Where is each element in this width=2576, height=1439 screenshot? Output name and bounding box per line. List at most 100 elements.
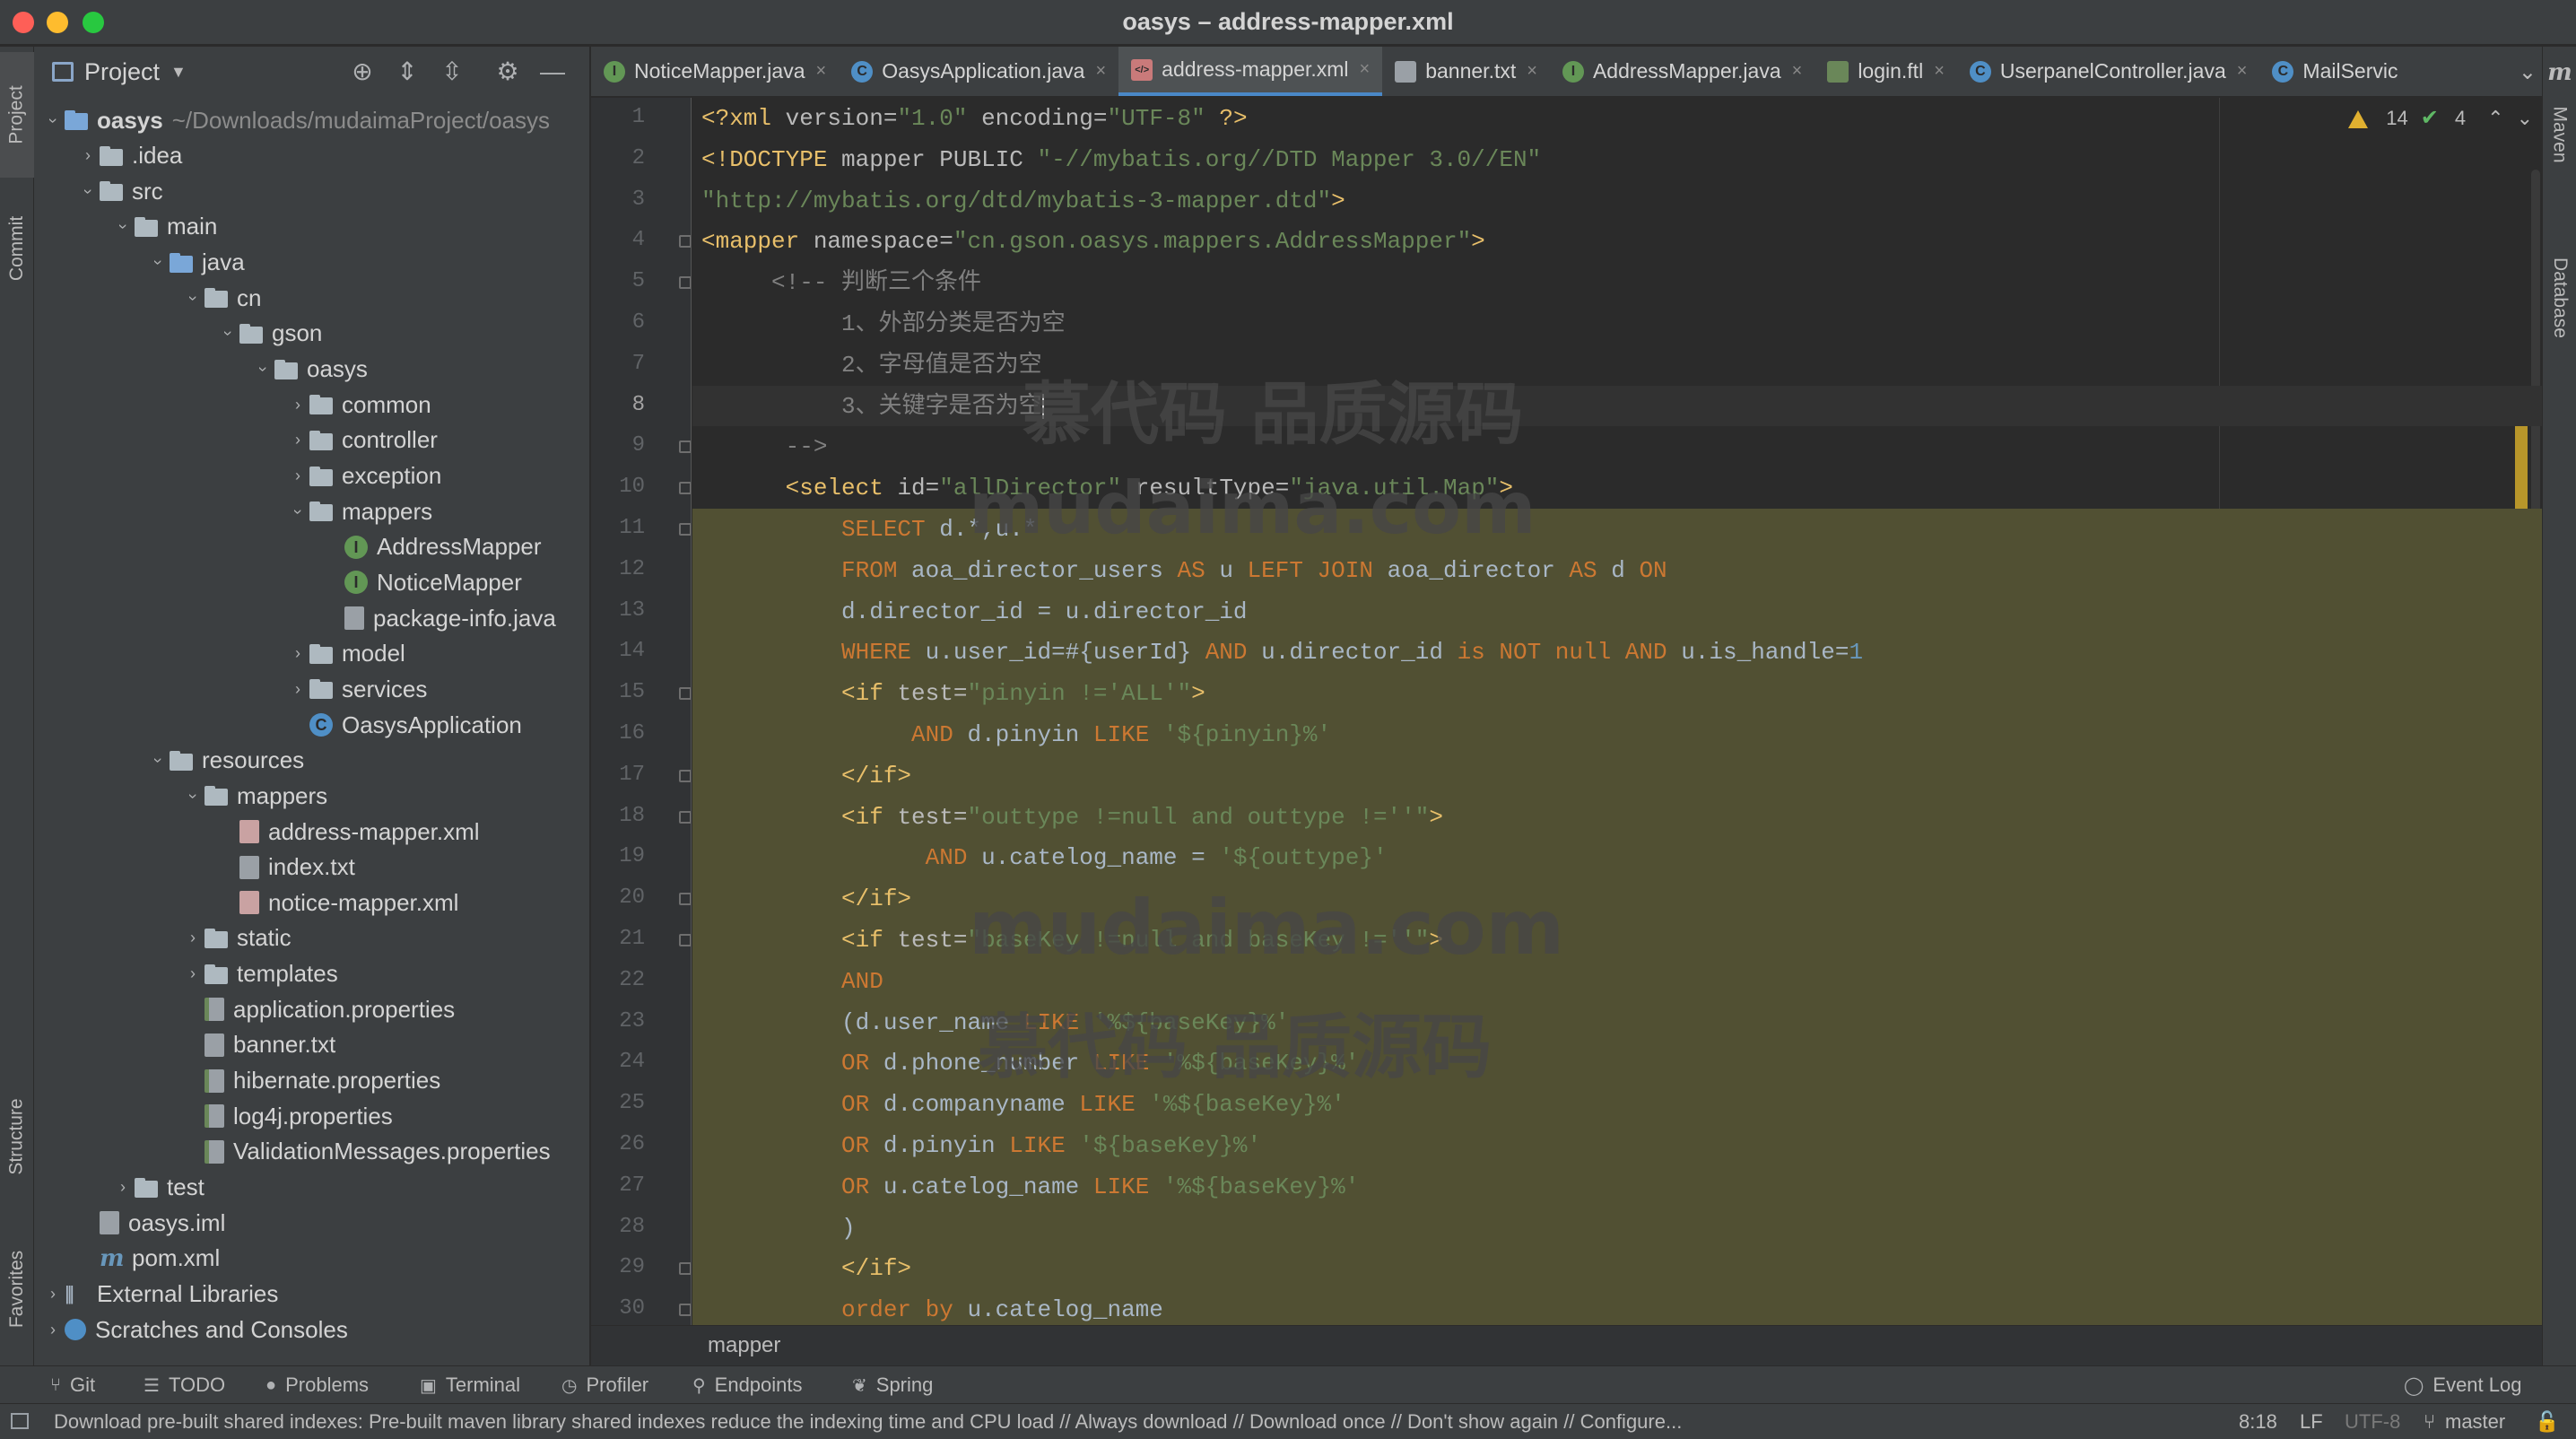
profiler-tool-button[interactable]: ◷ Profiler bbox=[561, 1366, 648, 1404]
zoom-window-button[interactable] bbox=[83, 12, 104, 33]
code-line[interactable]: <mapper namespace="cn.gson.oasys.mappers… bbox=[692, 221, 2542, 262]
code-line[interactable]: --> bbox=[692, 426, 2542, 467]
tree-item[interactable]: › services bbox=[34, 671, 589, 707]
tree-item[interactable]: › static bbox=[34, 920, 589, 956]
fold-marker-icon[interactable] bbox=[679, 523, 691, 536]
event-log-button[interactable]: ◯ Event Log bbox=[2404, 1366, 2521, 1404]
terminal-tool-button[interactable]: ▣ Terminal bbox=[420, 1366, 520, 1404]
tree-item[interactable]: index.txt bbox=[34, 850, 589, 885]
database-tool-tab[interactable]: Database bbox=[2543, 235, 2576, 361]
project-panel-title[interactable]: Project bbox=[84, 58, 160, 86]
tree-item[interactable]: › oasys ~/Downloads/mudaimaProject/oasys bbox=[34, 102, 589, 138]
chevron-down-icon[interactable]: ▼ bbox=[170, 63, 187, 82]
tree-item[interactable]: › resources bbox=[34, 743, 589, 779]
git-branch[interactable]: master bbox=[2445, 1410, 2505, 1434]
chevron-right-icon[interactable]: › bbox=[41, 1285, 65, 1304]
editor-tab[interactable]: C OasysApplication.java × bbox=[839, 47, 1118, 96]
tree-item[interactable]: › Scratches and Consoles bbox=[34, 1312, 589, 1347]
commit-tool-tab[interactable]: Commit bbox=[0, 190, 34, 307]
chevron-down-icon[interactable]: › bbox=[289, 500, 308, 523]
tree-item[interactable]: › gson bbox=[34, 316, 589, 352]
chevron-down-icon[interactable]: › bbox=[219, 322, 238, 345]
close-window-button[interactable] bbox=[13, 12, 34, 33]
code-line[interactable]: 1、外部分类是否为空 bbox=[692, 303, 2542, 344]
tree-item[interactable]: notice-mapper.xml bbox=[34, 885, 589, 920]
code-line[interactable]: ) bbox=[692, 1208, 2542, 1249]
tree-item[interactable]: › common bbox=[34, 387, 589, 423]
locate-icon[interactable]: ⊕ bbox=[350, 59, 375, 84]
tree-item[interactable]: hibernate.properties bbox=[34, 1063, 589, 1099]
tree-item[interactable]: › mappers bbox=[34, 493, 589, 529]
chevron-right-icon[interactable]: › bbox=[41, 1321, 65, 1339]
code-line[interactable]: OR d.companyname LIKE '%${baseKey}%' bbox=[692, 1084, 2542, 1125]
code-line[interactable]: AND u.catelog_name = '${outtype}' bbox=[692, 837, 2542, 878]
tree-item[interactable]: › controller bbox=[34, 423, 589, 458]
tree-item[interactable]: ValidationMessages.properties bbox=[34, 1134, 589, 1170]
code-line[interactable]: OR d.phone_number LIKE '%${baseKey}%' bbox=[692, 1042, 2542, 1084]
chevron-right-icon[interactable]: › bbox=[111, 1178, 135, 1197]
code-line[interactable]: <!-- 判断三个条件 bbox=[692, 262, 2542, 303]
tree-item[interactable]: banner.txt bbox=[34, 1027, 589, 1063]
code-line[interactable]: </if> bbox=[692, 1248, 2542, 1289]
minimize-window-button[interactable] bbox=[47, 12, 68, 33]
fold-marker-icon[interactable] bbox=[679, 810, 691, 824]
close-icon[interactable]: × bbox=[1792, 61, 1803, 82]
chevron-down-icon[interactable]: › bbox=[114, 215, 133, 239]
chevron-right-icon[interactable]: › bbox=[181, 964, 205, 983]
code-line[interactable]: <!DOCTYPE mapper PUBLIC "-//mybatis.org/… bbox=[692, 139, 2542, 180]
tree-item[interactable]: › .idea bbox=[34, 138, 589, 174]
tree-item[interactable]: log4j.properties bbox=[34, 1098, 589, 1134]
tree-item[interactable]: I AddressMapper bbox=[34, 529, 589, 565]
close-icon[interactable]: × bbox=[2237, 61, 2248, 82]
editor-tab[interactable]: I NoticeMapper.java × bbox=[591, 47, 839, 96]
chevron-right-icon[interactable]: › bbox=[286, 431, 309, 449]
tree-item[interactable]: › test bbox=[34, 1170, 589, 1206]
code-line[interactable]: AND d.pinyin LIKE '${pinyin}%' bbox=[692, 714, 2542, 755]
fold-marker-icon[interactable] bbox=[679, 1262, 691, 1276]
gear-icon[interactable]: ⚙ bbox=[495, 59, 520, 84]
code-line[interactable]: <?xml version="1.0" encoding="UTF-8" ?> bbox=[692, 98, 2542, 139]
layout-toggle-icon[interactable] bbox=[11, 1413, 29, 1429]
project-tool-tab[interactable]: Project bbox=[0, 52, 34, 178]
tree-item[interactable]: › ||| External Libraries bbox=[34, 1276, 589, 1312]
file-encoding[interactable]: UTF-8 bbox=[2345, 1410, 2400, 1434]
fold-marker-icon[interactable] bbox=[679, 235, 691, 249]
collapse-all-icon[interactable]: ⇳ bbox=[439, 59, 465, 84]
code-line[interactable]: OR u.catelog_name LIKE '%${baseKey}%' bbox=[692, 1166, 2542, 1208]
fold-marker-icon[interactable] bbox=[679, 687, 691, 701]
favorites-tool-tab[interactable]: Favorites bbox=[0, 1222, 34, 1356]
tree-item[interactable]: › java bbox=[34, 245, 589, 281]
code-line[interactable]: 2、字母值是否为空 bbox=[692, 344, 2542, 386]
tree-item[interactable]: address-mapper.xml bbox=[34, 814, 589, 850]
tree-item[interactable]: › main bbox=[34, 209, 589, 245]
tree-item[interactable]: › model bbox=[34, 636, 589, 672]
chevron-right-icon[interactable]: › bbox=[76, 146, 100, 165]
close-icon[interactable]: × bbox=[1527, 61, 1537, 82]
spring-tool-button[interactable]: ❦ Spring bbox=[852, 1366, 933, 1404]
code-line[interactable]: d.director_id = u.director_id bbox=[692, 591, 2542, 632]
chevron-down-icon[interactable]: › bbox=[149, 749, 168, 772]
todo-tool-button[interactable]: ☰ TODO bbox=[144, 1366, 225, 1404]
editor-tab[interactable]: login.ftl × bbox=[1815, 47, 1957, 96]
close-icon[interactable]: × bbox=[1360, 59, 1371, 80]
tree-item[interactable]: › src bbox=[34, 173, 589, 209]
chevron-right-icon[interactable]: › bbox=[286, 680, 309, 699]
close-icon[interactable]: × bbox=[1934, 61, 1945, 82]
code-line[interactable]: OR d.pinyin LIKE '${baseKey}%' bbox=[692, 1125, 2542, 1166]
fold-marker-icon[interactable] bbox=[679, 1304, 691, 1317]
chevron-down-icon[interactable]: › bbox=[254, 358, 273, 381]
tree-item[interactable]: › mappers bbox=[34, 778, 589, 814]
fold-marker-icon[interactable] bbox=[679, 276, 691, 290]
hide-panel-icon[interactable]: — bbox=[540, 59, 565, 84]
tree-item[interactable]: C OasysApplication bbox=[34, 707, 589, 743]
tree-item[interactable]: application.properties bbox=[34, 991, 589, 1027]
chevron-down-icon[interactable]: › bbox=[79, 179, 98, 203]
structure-tool-tab[interactable]: Structure bbox=[0, 1069, 34, 1204]
close-icon[interactable]: × bbox=[816, 61, 827, 82]
code-line[interactable]: (d.user_name LIKE '%${baseKey}%' bbox=[692, 1002, 2542, 1043]
status-message[interactable]: Download pre-built shared indexes: Pre-b… bbox=[54, 1410, 1682, 1434]
fold-marker-icon[interactable] bbox=[679, 769, 691, 782]
tree-item[interactable]: › oasys bbox=[34, 352, 589, 388]
fold-marker-icon[interactable] bbox=[679, 893, 691, 906]
breadcrumb-item[interactable]: mapper bbox=[708, 1333, 780, 1358]
